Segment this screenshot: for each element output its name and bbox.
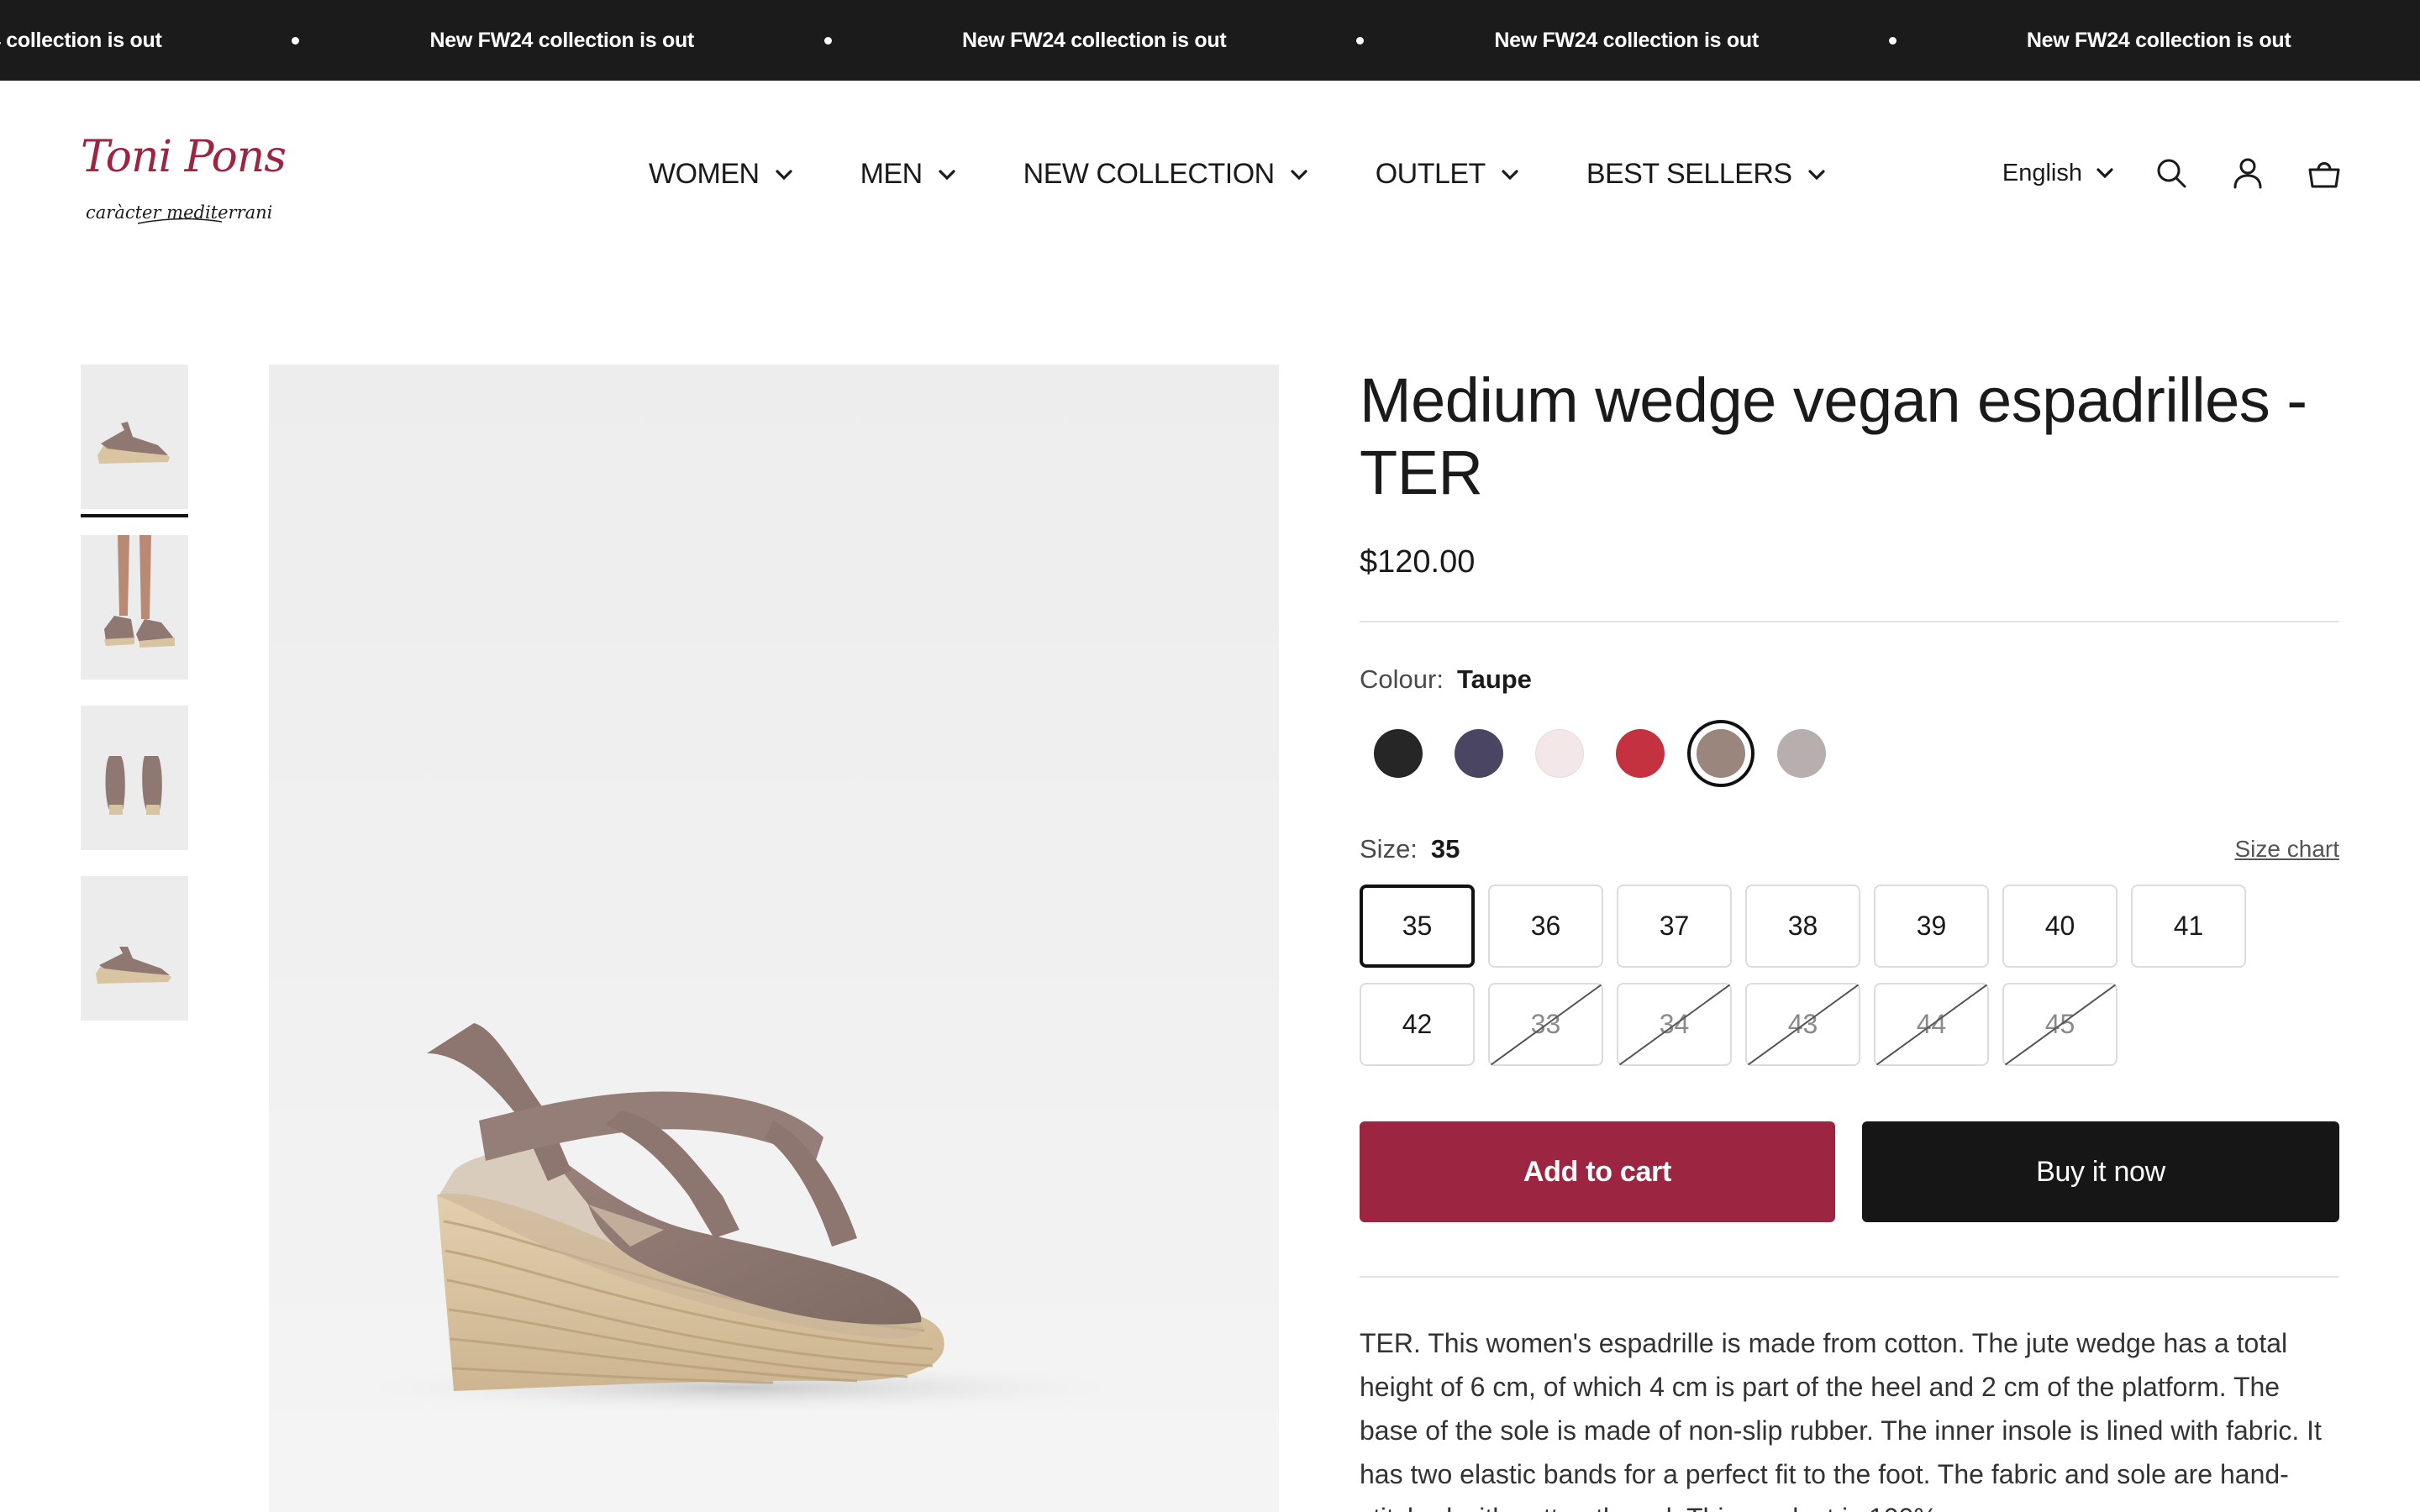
product-main-image[interactable] bbox=[269, 365, 1279, 1512]
cart-icon[interactable] bbox=[2307, 156, 2341, 190]
size-option[interactable]: 38 bbox=[1745, 885, 1860, 968]
purchase-buttons: Add to cart Buy it now bbox=[1360, 1121, 2339, 1222]
bullet-separator-icon bbox=[292, 36, 300, 45]
chevron-down-icon bbox=[1502, 169, 1518, 180]
header-actions: English bbox=[2002, 156, 2341, 190]
colour-swatch-grey[interactable] bbox=[1768, 720, 1835, 787]
announcement-text: New FW24 collection is out bbox=[961, 28, 1227, 52]
nav-item-women[interactable]: WOMEN bbox=[649, 158, 793, 191]
brand-logo[interactable]: Toni Pons caràcter mediterrani bbox=[79, 131, 289, 232]
nav-item-best-sellers[interactable]: BEST SELLERS bbox=[1586, 158, 1826, 191]
bullet-separator-icon bbox=[823, 36, 832, 45]
buy-now-button[interactable]: Buy it now bbox=[1862, 1121, 2339, 1222]
product-price: $120.00 bbox=[1360, 544, 1476, 580]
nav-item-outlet[interactable]: OUTLET bbox=[1376, 158, 1519, 191]
announcement-text: New FW24 collection is out bbox=[1494, 28, 1759, 52]
swatch-fill bbox=[1455, 729, 1503, 778]
announcement-text: New FW24 collection is out bbox=[2026, 28, 2291, 52]
product-description: TER. This women's espadrille is made fro… bbox=[1360, 1328, 2322, 1512]
nav-label: WOMEN bbox=[649, 158, 760, 190]
language-label: English bbox=[2002, 159, 2082, 186]
colour-swatch-taupe[interactable] bbox=[1687, 720, 1754, 787]
colour-label: Colour: Taupe bbox=[1360, 664, 2339, 695]
nav-item-men[interactable]: MEN bbox=[860, 158, 956, 191]
size-header: Size: 35 Size chart bbox=[1360, 834, 2339, 864]
swatch-fill bbox=[1535, 729, 1584, 778]
brand-logo-mark: Toni Pons caràcter mediterrani bbox=[81, 132, 287, 224]
chevron-down-icon bbox=[775, 169, 792, 180]
nav-item-new-collection[interactable]: NEW COLLECTION bbox=[1023, 158, 1308, 191]
announcement-bar: New FW24 collection is out New FW24 colle… bbox=[0, 0, 2420, 81]
espadrille-image bbox=[81, 876, 188, 1021]
espadrille-image bbox=[345, 1023, 1134, 1413]
size-option[interactable]: 36 bbox=[1488, 885, 1603, 968]
size-option[interactable]: 40 bbox=[2002, 885, 2118, 968]
size-option[interactable]: 42 bbox=[1360, 983, 1475, 1066]
nav-label: BEST SELLERS bbox=[1586, 158, 1792, 190]
chevron-down-icon bbox=[1807, 169, 1825, 180]
espadrille-image bbox=[81, 365, 188, 509]
thumbnail-active-indicator bbox=[81, 365, 188, 517]
size-option-sold-out[interactable]: 33 bbox=[1488, 983, 1603, 1066]
thumbnail-list bbox=[81, 365, 188, 1047]
swatch-fill bbox=[1777, 729, 1826, 778]
espadrille-image bbox=[81, 706, 188, 850]
size-chart-link[interactable]: Size chart bbox=[2235, 836, 2340, 863]
product-title: Medium wedge vegan espadrilles - TER bbox=[1360, 365, 2307, 507]
nav-label: NEW COLLECTION bbox=[1023, 158, 1276, 190]
nav-label: OUTLET bbox=[1375, 158, 1486, 190]
size-option[interactable]: 35 bbox=[1360, 885, 1475, 968]
svg-text:Toni Pons: Toni Pons bbox=[81, 132, 286, 182]
size-option[interactable]: 37 bbox=[1617, 885, 1732, 968]
swatch-fill bbox=[1374, 729, 1423, 778]
svg-text:caràcter mediterrani: caràcter mediterrani bbox=[86, 202, 272, 223]
nav-label: MEN bbox=[860, 158, 923, 190]
size-label: Size: 35 bbox=[1360, 834, 1460, 864]
colour-swatch-light-pink[interactable] bbox=[1526, 720, 1593, 787]
chevron-down-icon bbox=[1291, 169, 1307, 180]
bullet-separator-icon bbox=[1888, 36, 1897, 45]
chevron-down-icon bbox=[2096, 168, 2113, 179]
announcement-text: New FW24 collection is out bbox=[429, 28, 694, 52]
size-option-sold-out[interactable]: 34 bbox=[1617, 983, 1732, 1066]
swatch-fill bbox=[1616, 729, 1665, 778]
size-options: 35 36 37 38 39 40 41 42 33 34 43 44 45 bbox=[1360, 885, 2339, 1081]
search-icon[interactable] bbox=[2154, 156, 2188, 190]
main-navigation: WOMEN MEN NEW COLLECTION OUTLET BEST SEL… bbox=[649, 158, 1826, 191]
colour-selector: Colour: Taupe bbox=[1360, 664, 2339, 787]
colour-label-text: Colour: bbox=[1360, 664, 1444, 694]
thumbnail-worn-view[interactable] bbox=[81, 535, 188, 680]
divider bbox=[1360, 621, 2339, 622]
chevron-down-icon bbox=[939, 169, 955, 180]
size-label-text: Size: bbox=[1360, 834, 1418, 864]
colour-swatch-black[interactable] bbox=[1365, 720, 1432, 787]
account-icon[interactable] bbox=[2231, 156, 2265, 190]
colour-value: Taupe bbox=[1456, 664, 1532, 694]
add-to-cart-button[interactable]: Add to cart bbox=[1360, 1121, 1835, 1222]
announcement-text: New FW24 collection is out bbox=[0, 28, 162, 52]
thumbnail-angle-view[interactable] bbox=[81, 876, 188, 1021]
language-selector[interactable]: English bbox=[2002, 160, 2114, 187]
size-option[interactable]: 39 bbox=[1874, 885, 1989, 968]
colour-swatch-red[interactable] bbox=[1607, 720, 1674, 787]
thumbnail-back-view[interactable] bbox=[81, 706, 188, 850]
announcement-marquee: New FW24 collection is out New FW24 colle… bbox=[0, 0, 2420, 81]
bullet-separator-icon bbox=[1356, 36, 1365, 45]
divider bbox=[1360, 1276, 2339, 1278]
product-info: Medium wedge vegan espadrilles - TER $12… bbox=[1360, 365, 2339, 1512]
thumbnail-side-view[interactable] bbox=[81, 365, 188, 509]
swatch-fill bbox=[1697, 729, 1745, 778]
colour-swatch-navy[interactable] bbox=[1445, 720, 1512, 787]
espadrille-image bbox=[81, 535, 188, 680]
size-option-sold-out[interactable]: 45 bbox=[2002, 983, 2118, 1066]
size-option-sold-out[interactable]: 43 bbox=[1745, 983, 1860, 1066]
colour-swatches bbox=[1365, 720, 2339, 787]
size-value: 35 bbox=[1430, 834, 1460, 864]
size-option[interactable]: 41 bbox=[2131, 885, 2246, 968]
size-option-sold-out[interactable]: 44 bbox=[1874, 983, 1989, 1066]
